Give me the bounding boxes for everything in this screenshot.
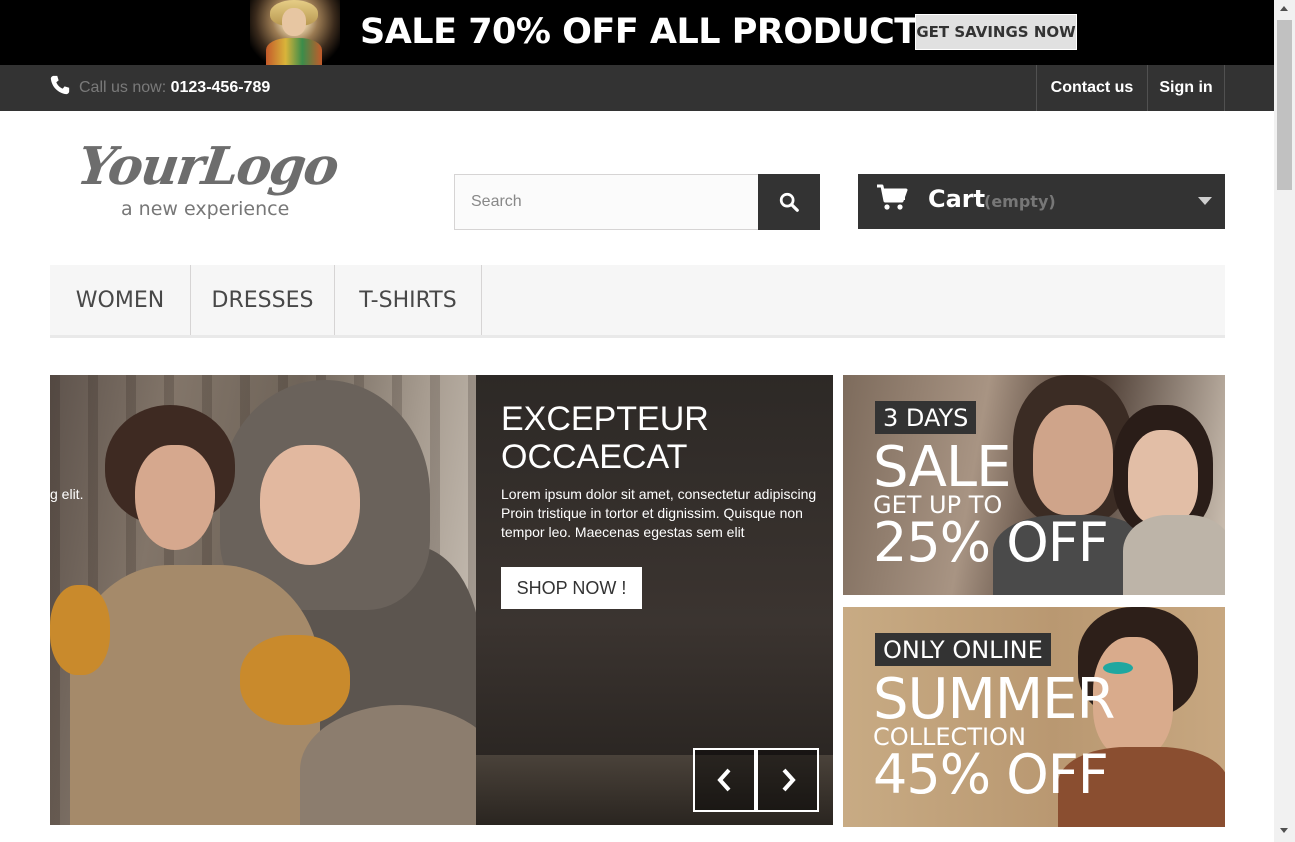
get-savings-button[interactable]: GET SAVINGS NOW <box>915 14 1077 50</box>
banner-tag: ONLY ONLINE <box>875 633 1051 666</box>
main-menu: WOMEN DRESSES T-SHIRTS <box>50 265 1225 338</box>
promo-banner-sale[interactable]: 3 DAYS SALE GET UP TO 25% OFF <box>843 375 1225 595</box>
previous-slide-text-fragment: g elit. <box>50 486 84 502</box>
slide-title-line: EXCEPTEUR <box>501 400 709 438</box>
logo-wordmark: YourLogo <box>73 136 342 197</box>
homepage-slider[interactable]: g elit. EXCEPTEUR OCCAECAT Lorem ipsum d… <box>50 375 833 825</box>
slider-next-button[interactable] <box>756 748 819 812</box>
cart-status: (empty) <box>984 192 1056 211</box>
shop-now-button[interactable]: SHOP NOW ! <box>501 567 642 609</box>
call-label: Call us now: <box>79 79 171 96</box>
top-bar: Call us now: 0123-456-789 Contact us Sig… <box>0 65 1274 111</box>
menu-item-t-shirts[interactable]: T-SHIRTS <box>335 265 482 335</box>
phone-icon <box>50 75 70 95</box>
slide-title: EXCEPTEUR OCCAECAT <box>501 400 709 476</box>
menu-item-dresses[interactable]: DRESSES <box>191 265 335 335</box>
slide-title-line: OCCAECAT <box>501 438 688 476</box>
phone-number: 0123-456-789 <box>170 79 271 96</box>
slide-description: Lorem ipsum dolor sit amet, consectetur … <box>501 485 833 542</box>
promo-banner[interactable]: SALE 70% OFF ALL PRODUCTS GET SAVINGS NO… <box>0 0 1274 65</box>
banner-offer: 45% OFF <box>873 743 1109 806</box>
promo-banner-summer[interactable]: ONLY ONLINE SUMMER COLLECTION 45% OFF <box>843 607 1225 827</box>
slide-description-line: Proin tristique in tortor et dignissim. … <box>501 505 803 521</box>
page-scrollbar[interactable] <box>1274 0 1295 842</box>
promo-model-image <box>250 0 340 65</box>
sign-in-link[interactable]: Sign in <box>1147 65 1225 111</box>
cart-block[interactable]: Cart (empty) <box>858 174 1225 229</box>
slider-prev-button[interactable] <box>693 748 756 812</box>
cart-label: Cart <box>928 185 986 213</box>
scroll-up-arrow-icon[interactable] <box>1280 6 1288 11</box>
slide-description-line: Lorem ipsum dolor sit amet, consectetur … <box>501 486 817 502</box>
scroll-thumb[interactable] <box>1277 20 1292 190</box>
search-icon <box>779 192 799 212</box>
site-logo[interactable]: YourLogo a new experience <box>74 136 378 226</box>
cart-icon <box>877 184 908 210</box>
promo-headline: SALE 70% OFF ALL PRODUCTS <box>360 12 943 52</box>
logo-tagline: a new experience <box>121 198 290 220</box>
banner-tag: 3 DAYS <box>875 401 977 434</box>
scroll-down-arrow-icon[interactable] <box>1280 828 1288 833</box>
menu-item-women[interactable]: WOMEN <box>50 265 191 335</box>
banner-offer: 25% OFF <box>873 511 1109 574</box>
call-us-text: Call us now: 0123-456-789 <box>79 79 270 97</box>
contact-us-link[interactable]: Contact us <box>1036 65 1147 111</box>
slide-image: g elit. <box>50 375 476 825</box>
caret-down-icon[interactable] <box>1198 197 1212 205</box>
chevron-right-icon <box>782 768 796 792</box>
slide-description-line: tempor leo. Maecenas egestas sem elit <box>501 524 745 540</box>
search-input[interactable] <box>454 174 759 230</box>
search-button[interactable] <box>758 174 820 230</box>
chevron-left-icon <box>716 768 730 792</box>
